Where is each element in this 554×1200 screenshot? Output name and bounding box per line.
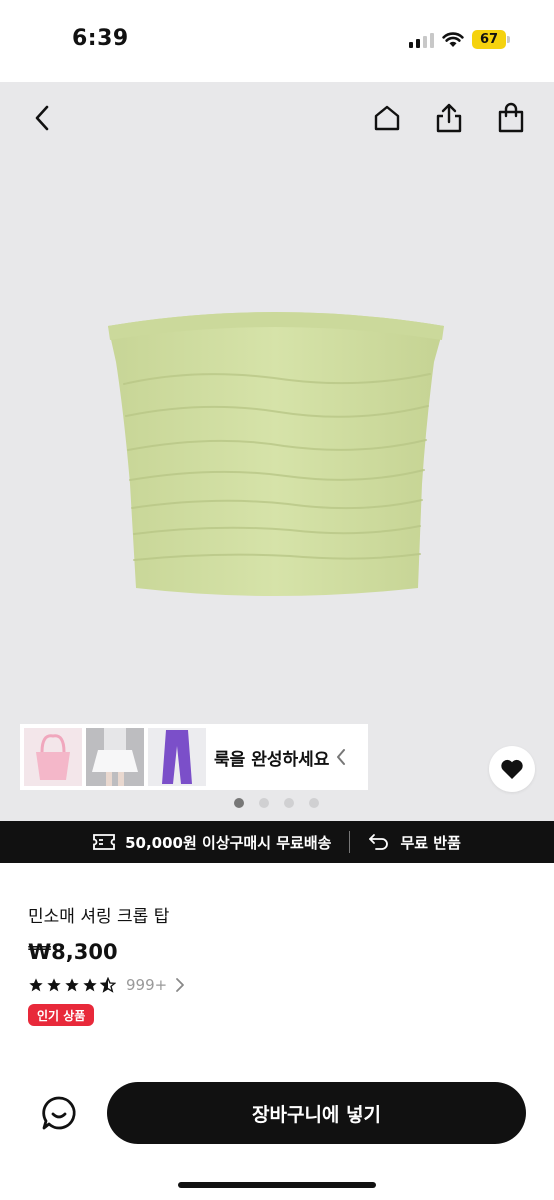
heart-icon bbox=[501, 759, 523, 779]
home-icon bbox=[374, 105, 400, 131]
return-arrow-icon bbox=[369, 834, 389, 850]
bottom-action-bar: 장바구니에 넣기 bbox=[0, 1068, 554, 1200]
status-time: 6:39 bbox=[72, 26, 129, 51]
carousel-dot[interactable] bbox=[234, 798, 244, 808]
product-image-carousel[interactable]: 룩을 완성하세요 bbox=[0, 82, 554, 822]
shopping-bag-icon bbox=[498, 102, 524, 133]
popular-badge: 인기 상품 bbox=[28, 1004, 95, 1026]
home-indicator bbox=[178, 1182, 376, 1188]
star-icon bbox=[29, 978, 43, 992]
star-icon bbox=[83, 978, 97, 992]
free-shipping-text: 50,000원 이상구매시 무료배송 bbox=[125, 833, 332, 852]
chevron-right-icon[interactable] bbox=[175, 977, 185, 993]
product-title: 민소매 셔링 크롭 탑 bbox=[28, 907, 170, 927]
share-icon bbox=[436, 103, 462, 133]
rating-row[interactable]: 999+ bbox=[28, 976, 185, 994]
favorite-button[interactable] bbox=[489, 746, 535, 792]
complete-look-label: 룩을 완성하세요 bbox=[214, 749, 330, 770]
star-icon bbox=[47, 978, 61, 992]
add-to-cart-button[interactable]: 장바구니에 넣기 bbox=[107, 1082, 526, 1144]
carousel-dot[interactable] bbox=[284, 798, 294, 808]
look-thumbnail-pants[interactable] bbox=[148, 728, 206, 786]
battery-level: 67 bbox=[472, 30, 506, 49]
rating-stars bbox=[28, 977, 116, 993]
look-thumbnail-skirt[interactable] bbox=[86, 728, 144, 786]
battery-icon: 67 bbox=[472, 30, 510, 49]
carousel-dot[interactable] bbox=[309, 798, 319, 808]
chevron-left-icon[interactable] bbox=[335, 747, 347, 767]
free-shipping-info: 50,000원 이상구매시 무료배송 bbox=[93, 832, 331, 853]
shopping-bag-button[interactable] bbox=[493, 100, 529, 136]
status-icons: 67 bbox=[409, 30, 510, 49]
back-chevron-icon bbox=[35, 105, 49, 131]
look-thumbnail-bag[interactable] bbox=[24, 728, 82, 786]
back-button[interactable] bbox=[24, 100, 60, 136]
share-button[interactable] bbox=[431, 100, 467, 136]
status-bar: 6:39 67 bbox=[0, 0, 554, 82]
cellular-signal-icon bbox=[409, 32, 434, 48]
complete-the-look-panel[interactable]: 룩을 완성하세요 bbox=[20, 724, 368, 790]
product-price: ₩8,300 bbox=[28, 940, 118, 964]
promo-bar: 50,000원 이상구매시 무료배송 무료 반품 bbox=[0, 821, 554, 863]
chat-bubble-icon bbox=[42, 1096, 76, 1130]
ticket-icon bbox=[93, 834, 116, 850]
free-returns-text: 무료 반품 bbox=[400, 833, 461, 852]
chat-button[interactable] bbox=[38, 1092, 80, 1134]
white-skirt-outfit-image bbox=[86, 728, 144, 786]
pink-bag-image bbox=[36, 734, 70, 780]
half-star-icon bbox=[100, 977, 116, 993]
free-returns-info: 무료 반품 bbox=[368, 832, 461, 853]
promo-divider bbox=[349, 831, 351, 853]
review-count[interactable]: 999+ bbox=[126, 976, 167, 994]
carousel-dot[interactable] bbox=[259, 798, 269, 808]
purple-pants-image bbox=[162, 730, 192, 784]
home-button[interactable] bbox=[369, 100, 405, 136]
carousel-indicators bbox=[234, 798, 319, 808]
product-image bbox=[108, 312, 444, 596]
wifi-icon bbox=[442, 31, 464, 47]
star-icon bbox=[65, 978, 79, 992]
